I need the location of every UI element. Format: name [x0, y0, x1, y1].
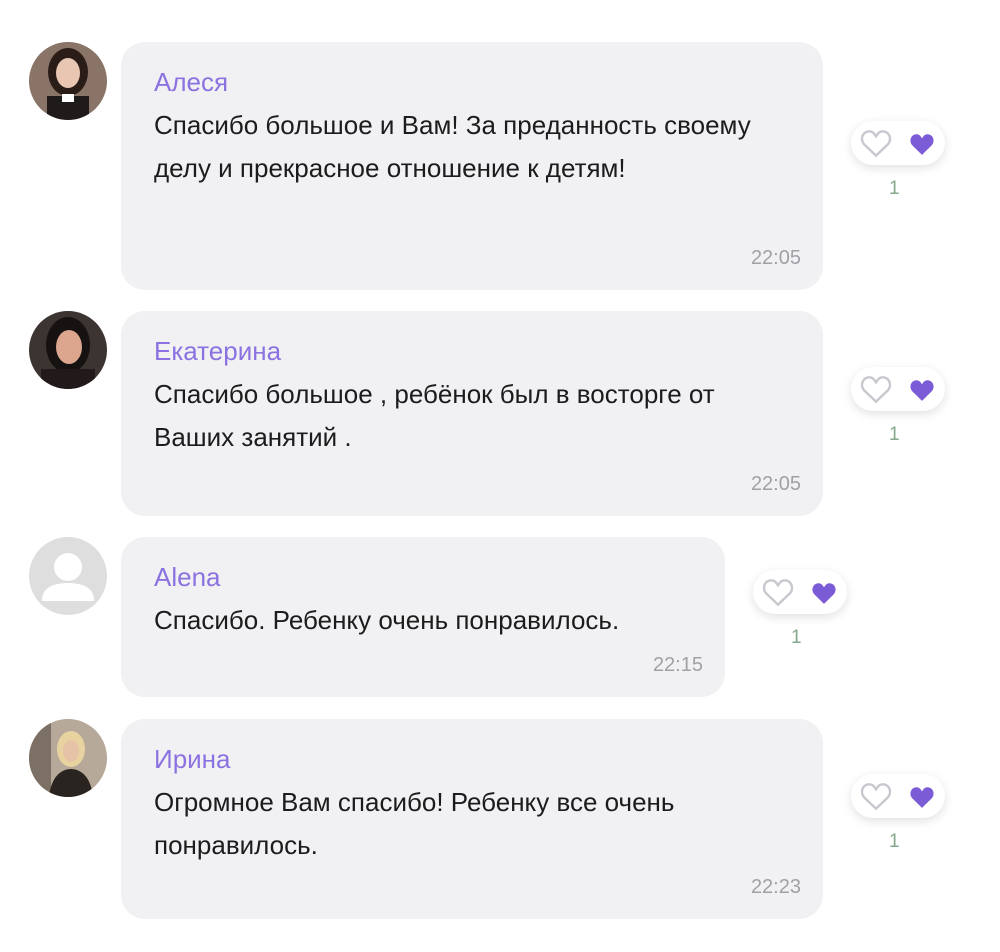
default-user-icon[interactable] [29, 537, 107, 615]
comment-bubble: Екатерина Спасибо большое , ребёнок был … [121, 311, 823, 516]
comment-time: 22:23 [750, 876, 801, 898]
heart-filled-icon [812, 583, 836, 604]
comment-time: 22:05 [750, 247, 801, 269]
like-button[interactable] [851, 367, 945, 411]
reaction-group: 1 [851, 367, 951, 457]
reaction-group: 1 [851, 121, 951, 211]
comment-time: 22:05 [750, 473, 801, 495]
heart-outline-icon[interactable] [762, 577, 794, 607]
comment-author[interactable]: Екатерина [154, 333, 801, 369]
like-count: 1 [889, 178, 900, 199]
heart-outline-icon[interactable] [860, 374, 892, 404]
avatar[interactable] [29, 311, 107, 389]
heart-outline-icon[interactable] [860, 128, 892, 158]
avatar[interactable] [29, 42, 107, 120]
like-button[interactable] [851, 121, 945, 165]
like-count: 1 [791, 627, 802, 648]
comment-author[interactable]: Ирина [154, 741, 801, 777]
like-count: 1 [889, 424, 900, 445]
like-count: 1 [889, 831, 900, 852]
comment-text: Огромное Вам спасибо! Ребенку все очень … [154, 787, 675, 860]
heart-filled-icon [910, 380, 934, 401]
comment-text: Спасибо. Ребенку очень понравилось. [154, 605, 620, 635]
comment-bubble: Ирина Огромное Вам спасибо! Ребенку все … [121, 719, 823, 919]
comment-author[interactable]: Алеся [154, 64, 801, 100]
comment-time: 22:15 [652, 654, 703, 676]
heart-outline-icon[interactable] [860, 781, 892, 811]
reaction-group: 1 [851, 774, 951, 864]
like-button[interactable] [753, 570, 847, 614]
comment-author[interactable]: Alena [154, 559, 703, 595]
reaction-group: 1 [753, 570, 853, 660]
comment-text: Спасибо большое и Вам! За преданность св… [154, 110, 751, 183]
comment-bubble: Алеся Спасибо большое и Вам! За преданно… [121, 42, 823, 290]
heart-filled-icon [910, 787, 934, 808]
comment-text: Спасибо большое , ребёнок был в восторге… [154, 379, 715, 452]
comment-bubble: Alena Спасибо. Ребенку очень понравилось… [121, 537, 725, 697]
heart-filled-icon [910, 134, 934, 155]
avatar[interactable] [29, 719, 107, 797]
like-button[interactable] [851, 774, 945, 818]
